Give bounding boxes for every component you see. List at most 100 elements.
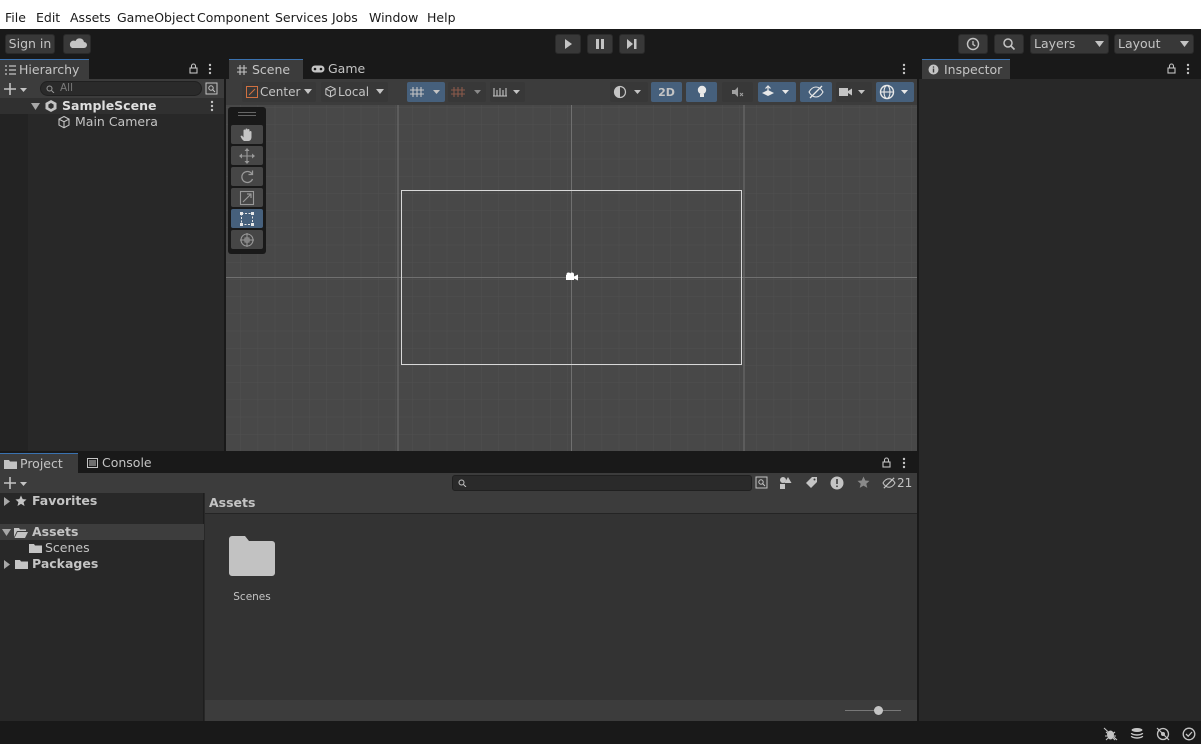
- menu-component[interactable]: Component: [197, 10, 270, 26]
- tree-item-scenes[interactable]: Scenes: [0, 540, 204, 556]
- search-button[interactable]: [994, 34, 1024, 54]
- hierarchy-item-label: Main Camera: [75, 114, 158, 129]
- transform-tool-button[interactable]: [231, 230, 263, 249]
- tab-scene[interactable]: Scene: [229, 59, 303, 79]
- kebab-menu-icon[interactable]: [210, 100, 214, 112]
- menu-assets[interactable]: Assets: [70, 10, 111, 26]
- lightbulb-icon: [697, 85, 706, 97]
- search-by-type-icon[interactable]: [205, 82, 218, 95]
- local-cube-icon: [325, 85, 336, 98]
- effects-layers-icon: [762, 85, 789, 96]
- hand-tool-button[interactable]: [231, 125, 263, 144]
- tab-hierarchy[interactable]: Hierarchy: [0, 59, 89, 79]
- zoom-slider-track[interactable]: [845, 710, 901, 711]
- cloud-button[interactable]: [63, 34, 91, 54]
- tab-hierarchy-label: Hierarchy: [19, 62, 80, 77]
- play-button[interactable]: [555, 34, 581, 54]
- tree-item-favorites[interactable]: Favorites: [0, 493, 204, 509]
- snap-toggle[interactable]: [448, 82, 486, 102]
- menu-help[interactable]: Help: [427, 10, 456, 26]
- zoom-slider-thumb[interactable]: [874, 706, 883, 715]
- scene-viewport[interactable]: [226, 105, 917, 451]
- hierarchy-search-input[interactable]: All: [40, 81, 202, 96]
- tree-item-assets[interactable]: Assets: [0, 524, 204, 540]
- folder-icon: [4, 460, 17, 469]
- breadcrumb[interactable]: Assets: [209, 495, 255, 510]
- menu-edit[interactable]: Edit: [36, 10, 60, 26]
- pause-button[interactable]: [587, 34, 613, 54]
- lighting-toggle[interactable]: [686, 82, 717, 102]
- status-bar: [0, 723, 1201, 744]
- rotate-tool-button[interactable]: [231, 167, 263, 186]
- tools-overlay: [228, 107, 266, 254]
- asset-item[interactable]: Scenes: [222, 531, 282, 605]
- move-tool-button[interactable]: [231, 146, 263, 165]
- tab-game[interactable]: Game: [306, 59, 376, 79]
- pivot-rotation-dropdown[interactable]: Local: [321, 82, 388, 102]
- 2d-mode-toggle[interactable]: 2D: [651, 82, 682, 102]
- layers-dropdown[interactable]: Layers: [1030, 34, 1109, 54]
- tree-item-packages[interactable]: Packages: [0, 556, 204, 572]
- tab-inspector[interactable]: Inspector: [922, 59, 1010, 79]
- plus-icon: [4, 477, 27, 489]
- pause-icon: [596, 39, 604, 49]
- star-icon[interactable]: [857, 476, 870, 489]
- kebab-menu-icon[interactable]: [902, 457, 906, 469]
- grid-toggle[interactable]: [407, 82, 445, 102]
- eye-slash-icon[interactable]: [882, 477, 896, 489]
- warning-circle-icon[interactable]: [830, 476, 844, 490]
- plus-icon: [4, 82, 27, 95]
- effects-dropdown[interactable]: [758, 82, 796, 102]
- search-by-type-icon[interactable]: [755, 476, 768, 489]
- kebab-menu-icon[interactable]: [902, 63, 906, 75]
- menu-file[interactable]: File: [5, 10, 26, 26]
- lock-icon[interactable]: [1167, 63, 1176, 74]
- menu-window[interactable]: Window: [369, 10, 418, 26]
- overlay-drag-handle[interactable]: [238, 112, 256, 113]
- rotate-icon: [241, 170, 254, 183]
- tab-console[interactable]: Console: [82, 453, 158, 473]
- increment-snap-dropdown[interactable]: [490, 82, 525, 102]
- audio-mute-icon: [731, 87, 743, 97]
- sign-in-button[interactable]: Sign in: [5, 34, 55, 54]
- undo-history-button[interactable]: [958, 34, 988, 54]
- step-button[interactable]: [619, 34, 645, 54]
- scale-tool-button[interactable]: [231, 188, 263, 207]
- camera-settings-dropdown[interactable]: [836, 82, 872, 102]
- expand-arrow-icon[interactable]: [31, 103, 40, 110]
- pivot-rotation-label: Local: [338, 85, 370, 99]
- create-asset-dropdown[interactable]: [3, 475, 29, 491]
- expand-arrow-icon[interactable]: [2, 529, 11, 536]
- rect-tool-button[interactable]: [231, 209, 263, 228]
- tab-project[interactable]: Project: [0, 453, 78, 473]
- network-slash-icon[interactable]: [1156, 727, 1170, 741]
- layout-dropdown[interactable]: Layout: [1114, 34, 1194, 54]
- lock-icon[interactable]: [882, 457, 891, 468]
- grid-icon: [410, 87, 440, 97]
- hierarchy-item[interactable]: Main Camera: [0, 114, 224, 130]
- draw-mode-dropdown[interactable]: [610, 82, 648, 102]
- asset-item-label: Scenes: [233, 591, 271, 603]
- filter-by-type-icon[interactable]: [779, 476, 792, 489]
- hidden-objects-toggle[interactable]: [800, 82, 832, 102]
- expand-arrow-icon[interactable]: [4, 560, 10, 569]
- lock-icon[interactable]: [189, 63, 198, 74]
- database-stack-icon[interactable]: [1130, 727, 1144, 741]
- audio-toggle[interactable]: [722, 82, 753, 102]
- expand-arrow-icon[interactable]: [4, 497, 10, 506]
- bug-slash-icon[interactable]: [1103, 727, 1118, 741]
- check-circle-icon[interactable]: [1182, 727, 1196, 741]
- hierarchy-tabbar: Hierarchy: [0, 59, 224, 79]
- menu-jobs[interactable]: Jobs: [332, 10, 358, 26]
- gizmos-dropdown[interactable]: [876, 82, 914, 102]
- scene-row[interactable]: SampleScene: [0, 98, 224, 114]
- label-tag-icon[interactable]: [805, 476, 818, 489]
- kebab-menu-icon[interactable]: [1186, 63, 1190, 75]
- kebab-menu-icon[interactable]: [208, 63, 212, 75]
- menu-services[interactable]: Services: [275, 10, 328, 26]
- project-search-input[interactable]: [452, 475, 752, 491]
- overlay-drag-handle[interactable]: [238, 115, 256, 116]
- create-dropdown[interactable]: [3, 80, 29, 97]
- menu-gameobject[interactable]: GameObject: [117, 10, 195, 26]
- pivot-mode-dropdown[interactable]: Center: [242, 82, 316, 102]
